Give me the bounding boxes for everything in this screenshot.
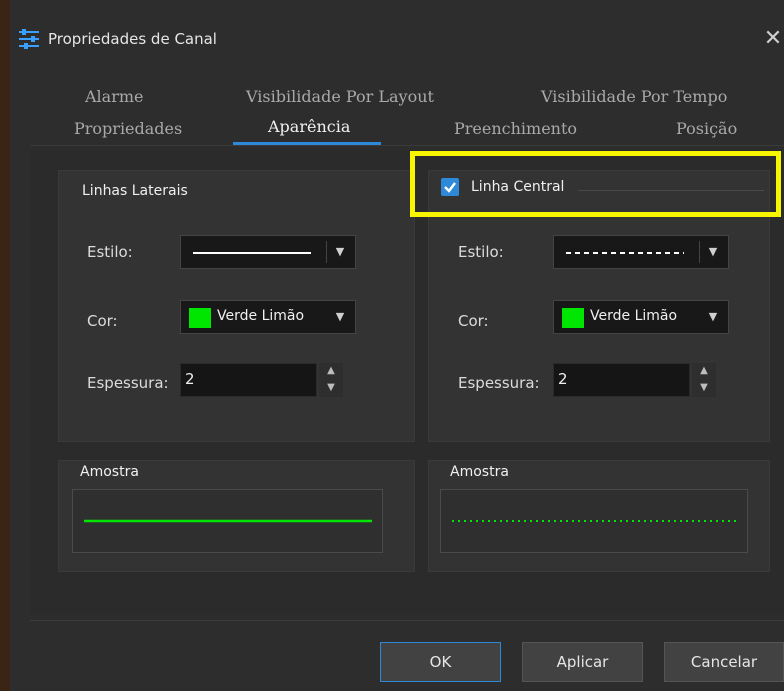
tab-preenchimento[interactable]: Preenchimento [454, 119, 577, 138]
central-thickness-input[interactable]: 2 [553, 363, 690, 397]
cancel-button[interactable]: Cancelar [664, 642, 784, 682]
lateral-thickness-stepper[interactable]: ▲ ▼ [319, 363, 343, 397]
lateral-color-value: Verde Limão [217, 308, 305, 324]
close-icon[interactable]: ✕ [762, 26, 784, 52]
dashed-line-preview [566, 252, 684, 254]
chevron-down-icon: ▼ [335, 245, 345, 258]
spin-up-icon[interactable]: ▲ [319, 363, 343, 379]
lateral-sample-preview [72, 489, 383, 553]
tab-visibilidade-por-layout[interactable]: Visibilidade Por Layout [246, 87, 434, 106]
central-color-value: Verde Limão [590, 308, 678, 324]
highlight-box [410, 151, 781, 217]
lateral-thickness-value: 2 [185, 370, 195, 388]
lateral-style-combo[interactable]: ▼ [180, 235, 356, 269]
central-sample-preview [440, 489, 748, 553]
lateral-group-title: Linhas Laterais [82, 183, 188, 199]
spin-down-icon[interactable]: ▼ [692, 380, 716, 396]
chevron-down-icon: ▼ [708, 245, 718, 258]
central-color-label: Cor: [458, 312, 489, 330]
solid-line-preview [193, 252, 311, 254]
lateral-color-label: Cor: [87, 312, 118, 330]
central-thickness-stepper[interactable]: ▲ ▼ [692, 363, 716, 397]
spin-down-icon[interactable]: ▼ [319, 380, 343, 396]
solid-green-line [84, 519, 372, 523]
lateral-style-label: Estilo: [87, 243, 133, 261]
channel-properties-dialog: Propriedades de Canal ✕ Alarme Visibilid… [10, 0, 784, 691]
chevron-down-icon: ▼ [335, 310, 345, 323]
spin-up-icon[interactable]: ▲ [692, 363, 716, 379]
central-sample-label: Amostra [450, 464, 509, 480]
lateral-thickness-label: Espessura: [87, 374, 169, 392]
central-style-combo[interactable]: ▼ [553, 235, 729, 269]
footer-divider [30, 620, 784, 621]
tab-posicao[interactable]: Posição [676, 119, 737, 138]
chevron-down-icon: ▼ [708, 310, 718, 323]
central-style-label: Estilo: [458, 243, 504, 261]
apply-button[interactable]: Aplicar [522, 642, 643, 682]
title-bar: Propriedades de Canal ✕ [10, 0, 784, 82]
tab-propriedades[interactable]: Propriedades [74, 119, 182, 138]
color-swatch [189, 308, 211, 328]
ok-button[interactable]: OK [380, 642, 501, 682]
combo-separator [326, 241, 327, 263]
lateral-thickness-input[interactable]: 2 [180, 363, 317, 397]
combo-separator [699, 241, 700, 263]
tab-alarme[interactable]: Alarme [85, 87, 144, 106]
lateral-color-combo[interactable]: Verde Limão ▼ [180, 300, 356, 334]
settings-sliders-icon [18, 28, 40, 50]
dialog-title: Propriedades de Canal [48, 30, 217, 48]
tab-visibilidade-por-tempo[interactable]: Visibilidade Por Tempo [541, 87, 727, 106]
color-swatch [562, 308, 584, 328]
central-color-combo[interactable]: Verde Limão ▼ [553, 300, 729, 334]
lateral-sample-label: Amostra [80, 464, 139, 480]
dotted-green-line [452, 520, 738, 522]
central-thickness-value: 2 [558, 370, 568, 388]
central-thickness-label: Espessura: [458, 374, 540, 392]
tab-aparencia[interactable]: Aparência [268, 117, 350, 136]
tab-divider [30, 145, 784, 146]
